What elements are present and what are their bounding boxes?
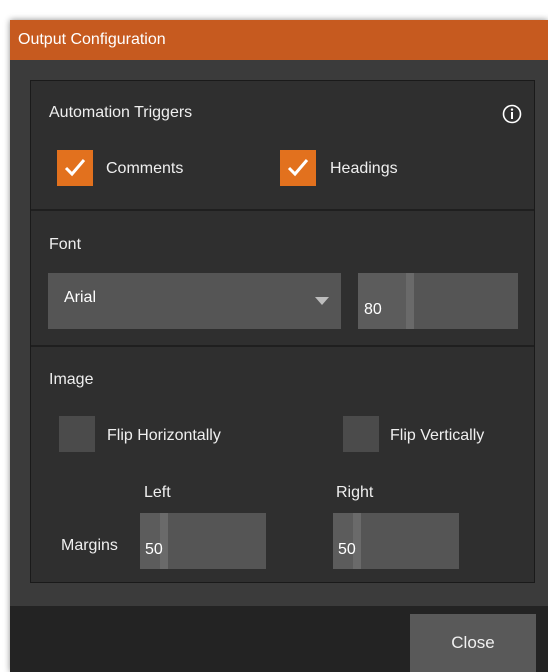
flip-vertically-checkbox[interactable] xyxy=(343,416,379,452)
right-margin-value: 50 xyxy=(338,541,356,558)
headings-checkbox[interactable] xyxy=(280,150,316,186)
close-button[interactable]: Close xyxy=(410,614,536,672)
font-size-slider-handle[interactable] xyxy=(406,273,414,329)
chevron-down-icon xyxy=(315,297,329,305)
left-margin-value: 50 xyxy=(145,541,163,558)
checkmark-icon xyxy=(64,159,86,177)
font-size-field[interactable]: 80 xyxy=(358,273,518,329)
flip-horizontally-label: Flip Horizontally xyxy=(107,427,221,444)
font-family-value: Arial xyxy=(64,289,97,306)
dialog-title: Output Configuration xyxy=(18,31,166,48)
image-heading: Image xyxy=(49,371,94,388)
right-margin-label: Right xyxy=(336,484,374,501)
left-margin-label: Left xyxy=(144,484,171,501)
checkmark-icon xyxy=(287,159,309,177)
title-bar[interactable]: Output Configuration xyxy=(10,20,548,60)
section-divider xyxy=(31,345,534,347)
font-heading: Font xyxy=(49,236,82,253)
section-divider xyxy=(31,209,534,211)
flip-horizontally-checkbox[interactable] xyxy=(59,416,95,452)
comments-label: Comments xyxy=(106,160,184,177)
right-margin-field[interactable]: 50 xyxy=(333,513,459,569)
headings-label: Headings xyxy=(330,160,398,177)
comments-checkbox[interactable] xyxy=(57,150,93,186)
flip-vertically-label: Flip Vertically xyxy=(390,427,485,444)
font-size-value: 80 xyxy=(364,301,382,318)
margins-label: Margins xyxy=(61,537,118,554)
font-family-dropdown[interactable]: Arial xyxy=(48,273,341,329)
settings-panel: Automation Triggers Comments Headings Fo… xyxy=(30,80,535,583)
info-icon[interactable] xyxy=(502,104,522,124)
left-margin-field[interactable]: 50 xyxy=(140,513,266,569)
output-configuration-dialog: Output Configuration Automation Triggers… xyxy=(10,20,548,672)
automation-triggers-heading: Automation Triggers xyxy=(49,104,193,121)
